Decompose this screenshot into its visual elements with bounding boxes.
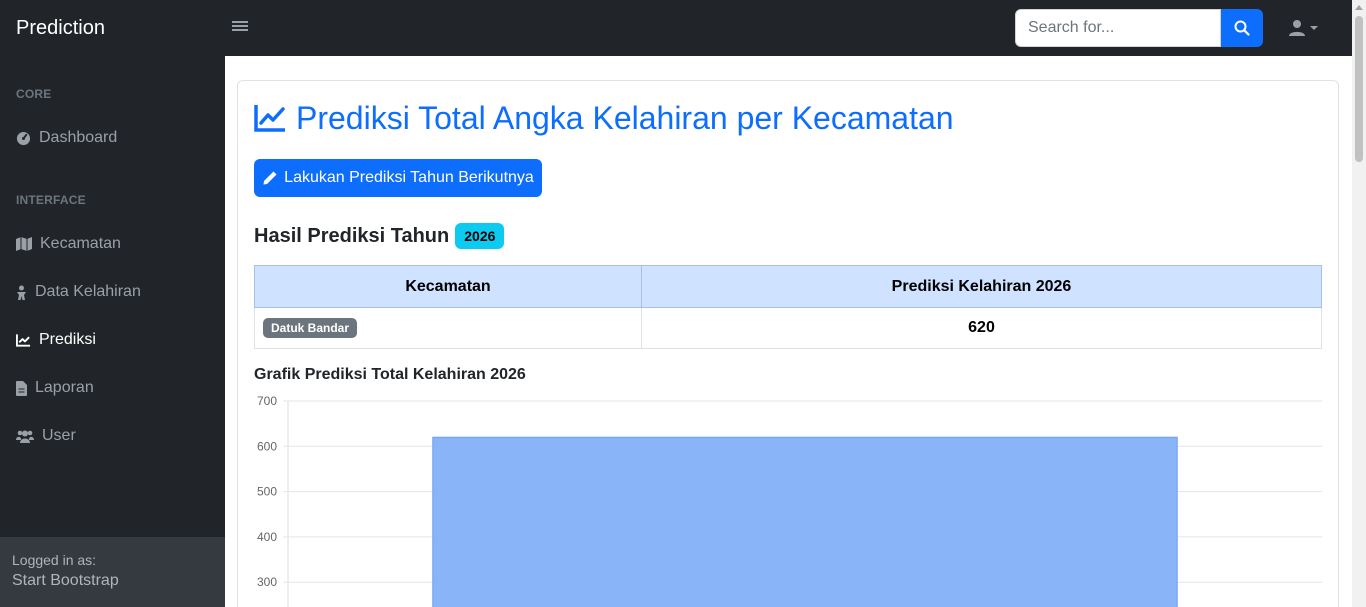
sidebar-item-label: Kecamatan <box>40 235 121 252</box>
kecamatan-cell: Datuk Bandar <box>254 307 642 349</box>
bar-chart: 700 600 500 400 300 <box>257 394 1322 607</box>
result-heading-text: Hasil Prediksi Tahun <box>254 224 450 247</box>
table-row: Datuk Bandar 620 <box>254 307 1322 349</box>
sidebar: CORE Dashboard INTERFACE Kecamatan Data … <box>0 56 225 607</box>
file-icon <box>16 380 27 396</box>
sidebar-item-prediksi[interactable]: Prediksi <box>16 328 96 352</box>
search-button[interactable] <box>1221 9 1263 47</box>
sidebar-item-label: User <box>42 427 76 444</box>
chart-bar[interactable] <box>432 436 1178 607</box>
sidebar-heading-core: CORE <box>16 87 52 101</box>
sidebar-item-kecamatan[interactable]: Kecamatan <box>16 232 121 256</box>
chart-line-icon <box>254 105 285 132</box>
search-icon <box>1234 20 1250 36</box>
menu-bar-icon <box>232 29 248 31</box>
users-icon <box>16 430 34 443</box>
page-scrollbar[interactable] <box>1352 0 1366 607</box>
sidebar-item-user[interactable]: User <box>16 424 76 448</box>
chevron-down-icon <box>1310 26 1318 30</box>
menu-bar-icon <box>232 25 248 27</box>
y-tick-label: 700 <box>257 394 277 408</box>
sidebar-item-laporan[interactable]: Laporan <box>16 376 94 400</box>
sidebar-toggle-button[interactable] <box>232 19 248 37</box>
baby-icon <box>17 285 26 300</box>
y-tick-label: 400 <box>257 530 277 544</box>
pencil-icon <box>263 171 277 185</box>
sidebar-heading-interface: INTERFACE <box>16 193 86 207</box>
brand-title[interactable]: Prediction <box>16 17 105 40</box>
scroll-thumb[interactable] <box>1355 16 1363 162</box>
logged-in-label: Logged in as: <box>12 552 97 568</box>
column-header-kecamatan: Kecamatan <box>254 265 642 308</box>
search-form <box>1015 9 1263 47</box>
user-dropdown-toggle[interactable] <box>1288 18 1322 38</box>
sidebar-item-data-kelahiran[interactable]: Data Kelahiran <box>16 280 141 304</box>
map-icon <box>16 237 32 251</box>
table-header-row: Kecamatan Prediksi Kelahiran 2026 <box>254 265 1322 308</box>
scroll-up-arrow-icon[interactable] <box>1355 5 1363 10</box>
search-input[interactable] <box>1015 9 1221 47</box>
y-tick-label: 600 <box>257 439 277 453</box>
top-navbar: Prediction <box>0 0 1352 56</box>
page-title: Prediksi Total Angka Kelahiran per Kecam… <box>254 98 954 138</box>
page-title-text: Prediksi Total Angka Kelahiran per Kecam… <box>296 99 954 136</box>
sidebar-item-dashboard[interactable]: Dashboard <box>16 126 117 150</box>
menu-bar-icon <box>232 21 248 23</box>
kecamatan-badge: Datuk Bandar <box>263 318 358 338</box>
chart-title: Grafik Prediksi Total Kelahiran 2026 <box>254 366 526 383</box>
sidebar-item-label: Data Kelahiran <box>35 283 141 300</box>
column-header-prediksi: Prediksi Kelahiran 2026 <box>641 265 1322 308</box>
prediksi-cell: 620 <box>641 307 1322 349</box>
result-heading: Hasil Prediksi Tahun 2026 <box>254 223 505 249</box>
y-tick-label: 500 <box>257 485 277 499</box>
chart-line-icon <box>16 334 31 347</box>
sidebar-item-label: Dashboard <box>39 129 118 146</box>
prediction-table: Kecamatan Prediksi Kelahiran 2026 Datuk … <box>254 265 1322 349</box>
predict-next-year-label: Lakukan Prediksi Tahun Berikutnya <box>284 169 534 186</box>
gauge-icon <box>16 131 31 145</box>
y-tick-label: 300 <box>257 575 277 589</box>
sidebar-footer: Logged in as: Start Bootstrap <box>0 537 225 607</box>
year-badge: 2026 <box>455 223 505 249</box>
sidebar-item-label: Laporan <box>35 379 94 396</box>
predict-next-year-button[interactable]: Lakukan Prediksi Tahun Berikutnya <box>254 159 542 197</box>
logged-in-user: Start Bootstrap <box>12 572 119 589</box>
sidebar-item-label: Prediksi <box>39 331 96 348</box>
user-icon <box>1289 20 1305 36</box>
